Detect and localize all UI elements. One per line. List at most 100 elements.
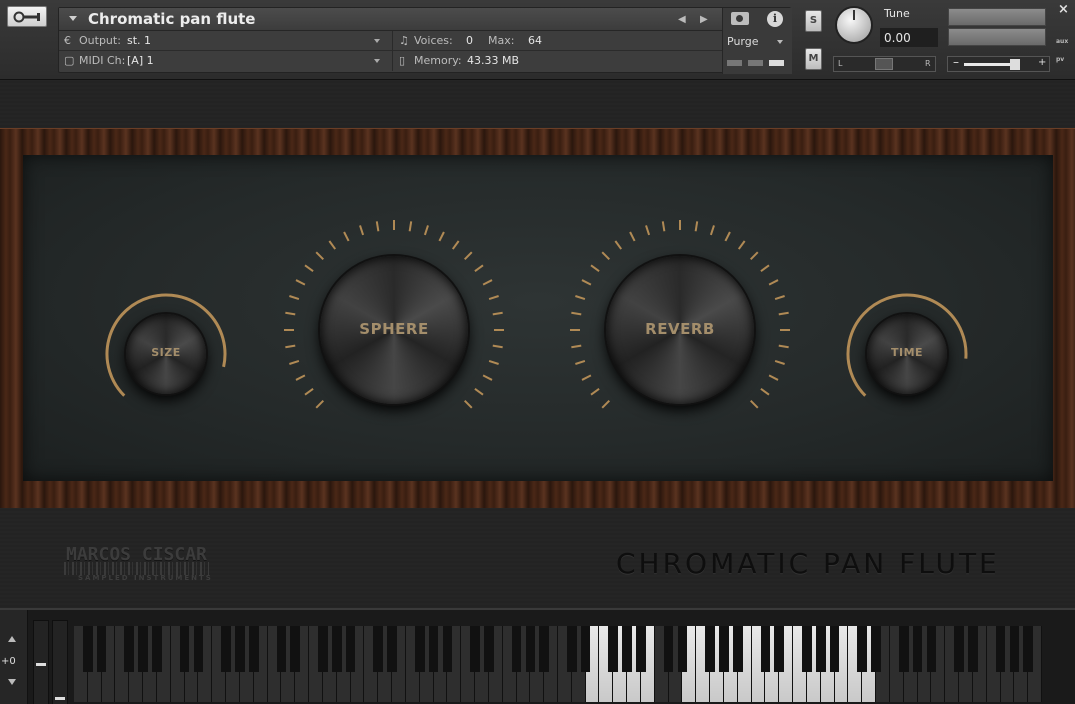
octave-up-icon[interactable] — [8, 636, 16, 642]
prev-instrument-icon[interactable]: ◀ — [678, 14, 686, 25]
black-key[interactable] — [1023, 626, 1033, 672]
piano-keyboard[interactable] — [74, 626, 1042, 702]
pitch-wheel[interactable] — [33, 620, 49, 704]
midi-label: MIDI Ch: — [79, 54, 126, 67]
black-key[interactable] — [96, 626, 107, 672]
cpu-meter-segment — [727, 60, 742, 66]
black-key[interactable] — [179, 626, 190, 672]
black-key[interactable] — [428, 626, 439, 672]
black-key[interactable] — [221, 626, 231, 672]
tune-knob[interactable] — [835, 6, 873, 44]
black-key[interactable] — [760, 626, 771, 672]
size-label: SIZE — [151, 346, 181, 359]
black-key[interactable] — [138, 626, 148, 672]
black-key[interactable] — [345, 626, 356, 672]
black-key[interactable] — [124, 626, 135, 672]
black-key[interactable] — [1009, 626, 1020, 672]
midi-dropdown-icon[interactable] — [374, 59, 380, 63]
max-voices-value[interactable]: 64 — [528, 34, 542, 47]
black-key[interactable] — [373, 626, 384, 672]
black-key[interactable] — [539, 626, 549, 672]
black-key[interactable] — [442, 626, 453, 672]
mod-wheel[interactable] — [52, 620, 68, 704]
reverb-knob[interactable]: REVERB — [598, 248, 762, 412]
time-knob[interactable]: TIME — [859, 306, 955, 402]
black-key[interactable] — [152, 626, 162, 672]
black-key[interactable] — [387, 626, 397, 672]
black-key[interactable] — [815, 626, 826, 672]
midi-channel-value[interactable]: [A] 1 — [127, 54, 154, 67]
black-key[interactable] — [636, 626, 646, 672]
black-key[interactable] — [898, 626, 909, 672]
black-key[interactable] — [857, 626, 868, 672]
black-key[interactable] — [331, 626, 342, 672]
black-key[interactable] — [511, 626, 522, 672]
solo-button[interactable]: S — [805, 10, 822, 32]
wrench-button[interactable] — [7, 6, 47, 27]
black-key[interactable] — [705, 626, 715, 672]
black-key[interactable] — [912, 626, 923, 672]
output-row: € Output: st. 1 ♫ Voices: 0 Max: 64 — [59, 31, 722, 51]
expand-arrow-icon[interactable] — [69, 16, 77, 21]
black-key[interactable] — [871, 626, 881, 672]
tune-label: Tune — [884, 7, 910, 20]
black-key[interactable] — [235, 626, 245, 672]
volume-minus: – — [953, 55, 959, 69]
instrument-header: Chromatic pan flute ◀ ▶ € Output: st. 1 … — [0, 0, 1075, 80]
octave-value: +0 — [1, 656, 16, 667]
pv-button[interactable]: pv — [1056, 56, 1064, 63]
volume-slider[interactable]: – + — [947, 55, 1050, 72]
black-key[interactable] — [193, 626, 204, 672]
black-key[interactable] — [608, 626, 619, 672]
black-key[interactable] — [954, 626, 964, 672]
black-key[interactable] — [566, 626, 577, 672]
output-dropdown-icon[interactable] — [374, 39, 380, 43]
next-instrument-icon[interactable]: ▶ — [700, 14, 708, 25]
info-icon[interactable]: i — [767, 11, 783, 27]
camera-icon[interactable] — [731, 12, 749, 25]
black-key[interactable] — [677, 626, 688, 672]
sphere-knob[interactable]: SPHERE — [312, 248, 476, 412]
instrument-panel: Chromatic pan flute ◀ ▶ € Output: st. 1 … — [58, 7, 792, 74]
black-key[interactable] — [802, 626, 812, 672]
black-key[interactable] — [774, 626, 785, 672]
memory-icon: ▯ — [399, 54, 406, 67]
black-key[interactable] — [995, 626, 1006, 672]
pan-handle[interactable] — [875, 58, 893, 70]
pan-slider[interactable]: L R — [833, 56, 936, 72]
volume-handle[interactable] — [1010, 59, 1020, 70]
black-key[interactable] — [622, 626, 632, 672]
purge-dropdown-icon[interactable] — [777, 40, 783, 44]
black-key[interactable] — [484, 626, 494, 672]
black-key[interactable] — [719, 626, 729, 672]
aux-button[interactable]: aux — [1056, 38, 1068, 45]
instrument-tools: i Purge — [722, 8, 792, 74]
black-key[interactable] — [663, 626, 674, 672]
black-key[interactable] — [290, 626, 301, 672]
size-knob[interactable]: SIZE — [118, 306, 214, 402]
black-key[interactable] — [82, 626, 93, 672]
pan-right-label: R — [925, 59, 931, 68]
pan-left-label: L — [838, 59, 843, 68]
purge-button[interactable]: Purge — [727, 35, 759, 48]
black-key[interactable] — [580, 626, 591, 672]
black-key[interactable] — [276, 626, 287, 672]
output-value[interactable]: st. 1 — [127, 34, 151, 47]
black-key[interactable] — [248, 626, 259, 672]
black-key[interactable] — [926, 626, 937, 672]
octave-down-icon[interactable] — [8, 679, 16, 685]
black-key[interactable] — [318, 626, 328, 672]
black-key[interactable] — [732, 626, 743, 672]
mute-button[interactable]: M — [805, 48, 822, 70]
instrument-title[interactable]: Chromatic pan flute — [88, 10, 255, 28]
memory-label: Memory: — [414, 54, 462, 67]
tune-value[interactable]: 0.00 — [884, 31, 911, 45]
product-title: CHROMATIC PAN FLUTE — [616, 547, 1000, 580]
black-key[interactable] — [414, 626, 425, 672]
volume-plus: + — [1038, 57, 1047, 68]
black-key[interactable] — [470, 626, 480, 672]
close-button[interactable]: × — [1058, 2, 1069, 17]
black-key[interactable] — [968, 626, 978, 672]
black-key[interactable] — [829, 626, 840, 672]
black-key[interactable] — [525, 626, 536, 672]
